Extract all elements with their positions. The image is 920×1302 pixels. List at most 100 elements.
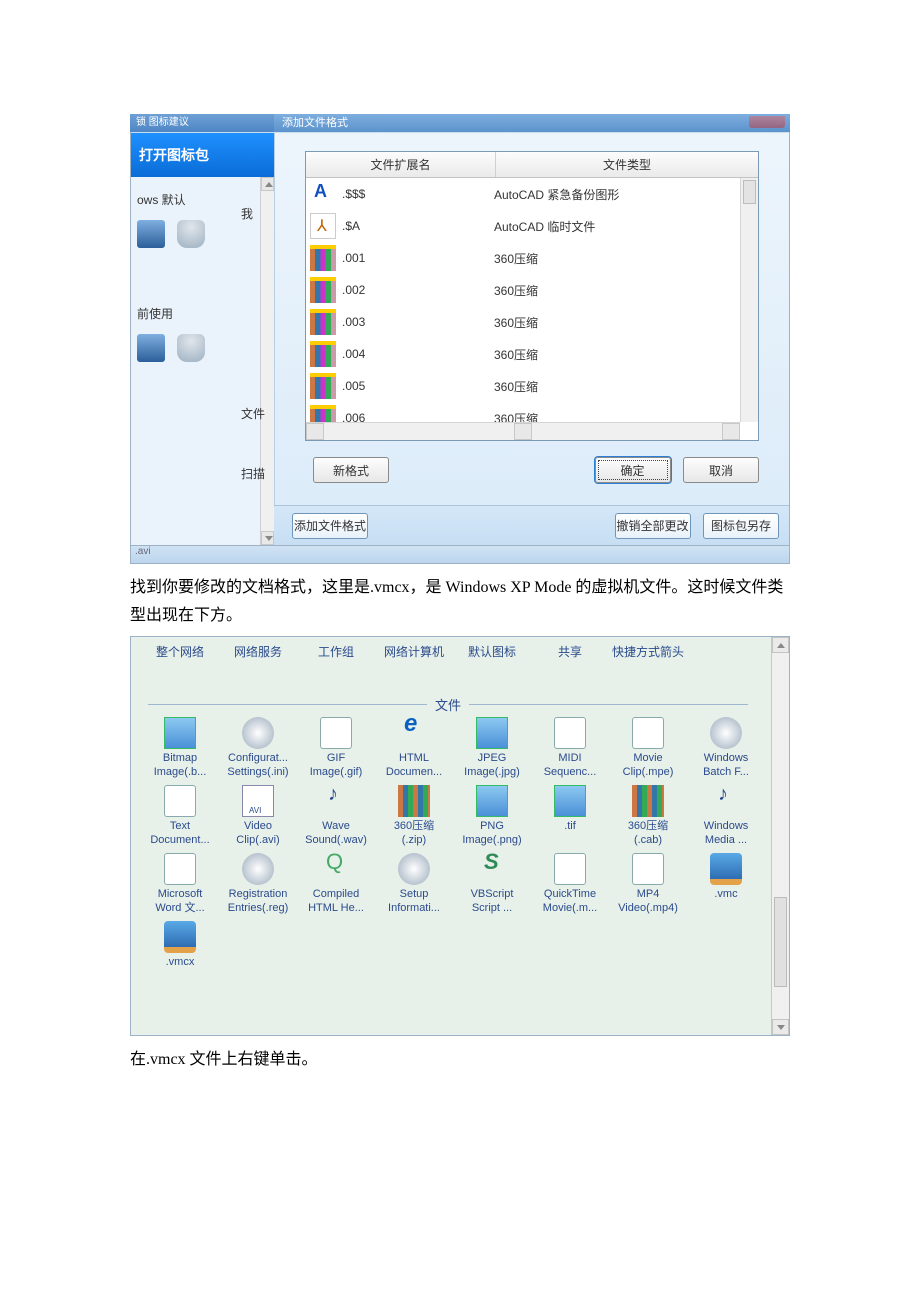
item-label: .vmc [687, 887, 765, 901]
list-item[interactable]: QuickTimeMovie(.m... [531, 853, 609, 915]
list-item[interactable]: SetupInformati... [375, 853, 453, 915]
ext-cell: .004 [342, 347, 494, 361]
category-item[interactable]: 默认图标 [453, 643, 531, 660]
filetype-icon [320, 853, 352, 885]
desktop-icon[interactable] [137, 334, 165, 362]
item-label: Movie [609, 751, 687, 765]
list-item[interactable]: WindowsMedia ... [687, 785, 765, 847]
table-row[interactable]: .$AAutoCAD 临时文件 [306, 210, 740, 242]
list-item[interactable]: .vmc [687, 853, 765, 915]
category-item[interactable]: 工作组 [297, 643, 375, 660]
table-row[interactable]: .005360压缩 [306, 370, 740, 402]
list-item[interactable]: WindowsBatch F... [687, 717, 765, 779]
scroll-right-icon[interactable] [722, 423, 740, 440]
desktop-icon[interactable] [137, 220, 165, 248]
close-icon[interactable] [749, 116, 785, 128]
mid-label: 扫描 [241, 465, 271, 665]
list-item[interactable]: MIDISequenc... [531, 717, 609, 779]
category-item[interactable]: 整个网络 [141, 643, 219, 660]
list-item[interactable]: WaveSound(.wav) [297, 785, 375, 847]
list-item[interactable]: MicrosoftWord 文... [141, 853, 219, 915]
ext-cell: .$A [342, 219, 494, 233]
ext-cell: .006 [342, 411, 494, 422]
table-row[interactable]: .003360压缩 [306, 306, 740, 338]
scroll-thumb[interactable] [774, 897, 787, 987]
item-sublabel: Document... [141, 833, 219, 847]
scroll-grip-icon[interactable] [514, 423, 532, 440]
filetype-icon [476, 853, 508, 885]
list-item[interactable]: BitmapImage(.b... [141, 717, 219, 779]
cancel-button[interactable]: 取消 [683, 457, 759, 483]
list-hscrollbar[interactable] [306, 422, 740, 440]
list-item[interactable]: .vmcx [141, 921, 219, 969]
list-item[interactable]: MovieClip(.mpe) [609, 717, 687, 779]
scroll-left-icon[interactable] [306, 423, 324, 440]
table-row[interactable]: .006360压缩 [306, 402, 740, 422]
table-row[interactable]: .001360压缩 [306, 242, 740, 274]
list-item[interactable]: CompiledHTML He... [297, 853, 375, 915]
list-item[interactable]: Configurat...Settings(.ini) [219, 717, 297, 779]
dialog-screenshot: 锁 图标建议 添加文件格式 打开图标包 ows 默认 前使用 我 文件 扫描 [130, 114, 790, 546]
list-item[interactable]: VideoClip(.avi) [219, 785, 297, 847]
recyclebin-icon[interactable] [177, 334, 205, 362]
list-item[interactable]: TextDocument... [141, 785, 219, 847]
new-format-button[interactable]: 新格式 [313, 457, 389, 483]
table-row[interactable]: .004360压缩 [306, 338, 740, 370]
list-item[interactable]: 360压缩(.cab) [609, 785, 687, 847]
ext-cell: .001 [342, 251, 494, 265]
caption-1: 找到你要修改的文档格式，这里是.vmcx，是 Windows XP Mode 的… [130, 574, 790, 630]
list-item[interactable]: JPEGImage(.jpg) [453, 717, 531, 779]
category-item[interactable]: 网络服务 [219, 643, 297, 660]
item-label: Text [141, 819, 219, 833]
scroll-thumb[interactable] [743, 180, 756, 204]
filetype-icon [242, 853, 274, 885]
table-row[interactable]: .$$$AutoCAD 紧急备份图形 [306, 178, 740, 210]
recyclebin-icon[interactable] [177, 220, 205, 248]
filetype-icon [310, 181, 336, 207]
list-item[interactable]: 360压缩(.zip) [375, 785, 453, 847]
item-sublabel: Image(.jpg) [453, 765, 531, 779]
list-item[interactable]: HTMLDocumen... [375, 717, 453, 779]
filetype-icon [310, 309, 336, 335]
undo-all-button[interactable]: 撤销全部更改 [615, 513, 691, 539]
list-item[interactable]: .tif [531, 785, 609, 847]
filetype-icon [164, 785, 196, 817]
scroll-up-icon[interactable] [261, 177, 274, 191]
list-item[interactable]: PNGImage(.png) [453, 785, 531, 847]
item-label: MIDI [531, 751, 609, 765]
ows-default[interactable]: ows 默认 [131, 177, 274, 208]
list-item[interactable]: GIFImage(.gif) [297, 717, 375, 779]
list-item[interactable]: MP4Video(.mp4) [609, 853, 687, 915]
add-format-dialog: 文件扩展名 文件类型 .$$$AutoCAD 紧急备份图形.$AAutoCAD … [274, 133, 789, 505]
col-ext[interactable]: 文件扩展名 [306, 152, 496, 177]
ext-cell: .002 [342, 283, 494, 297]
table-row[interactable]: .002360压缩 [306, 274, 740, 306]
add-format-button[interactable]: 添加文件格式 [292, 513, 368, 539]
item-label: Compiled [297, 887, 375, 901]
scroll-up-icon[interactable] [772, 637, 789, 653]
open-icon-pack[interactable]: 打开图标包 [131, 133, 274, 177]
category-item[interactable]: 网络计算机 [375, 643, 453, 660]
filetype-icon [310, 341, 336, 367]
ok-button[interactable]: 确定 [595, 457, 671, 483]
item-label: Windows [687, 751, 765, 765]
list-item[interactable]: RegistrationEntries(.reg) [219, 853, 297, 915]
category-item[interactable] [687, 643, 765, 660]
item-sublabel: Video(.mp4) [609, 901, 687, 915]
category-item[interactable]: 快捷方式箭头 [609, 643, 687, 660]
scroll-down-icon[interactable] [772, 1019, 789, 1035]
dialog-buttons: 新格式 确定 取消 [305, 457, 759, 487]
category-item[interactable]: 共享 [531, 643, 609, 660]
filetype-list[interactable]: 文件扩展名 文件类型 .$$$AutoCAD 紧急备份图形.$AAutoCAD … [305, 151, 759, 441]
filetype-icon [320, 717, 352, 749]
item-label: Wave [297, 819, 375, 833]
col-type[interactable]: 文件类型 [496, 152, 758, 177]
list-item[interactable]: VBScriptScript ... [453, 853, 531, 915]
filetype-icon [398, 785, 430, 817]
save-pack-button[interactable]: 图标包另存 [703, 513, 779, 539]
item-label: 360压缩 [609, 819, 687, 833]
item-label: Setup [375, 887, 453, 901]
list-vscrollbar[interactable] [740, 178, 758, 422]
item-sublabel: HTML He... [297, 901, 375, 915]
explorer-scrollbar[interactable] [771, 637, 789, 1035]
